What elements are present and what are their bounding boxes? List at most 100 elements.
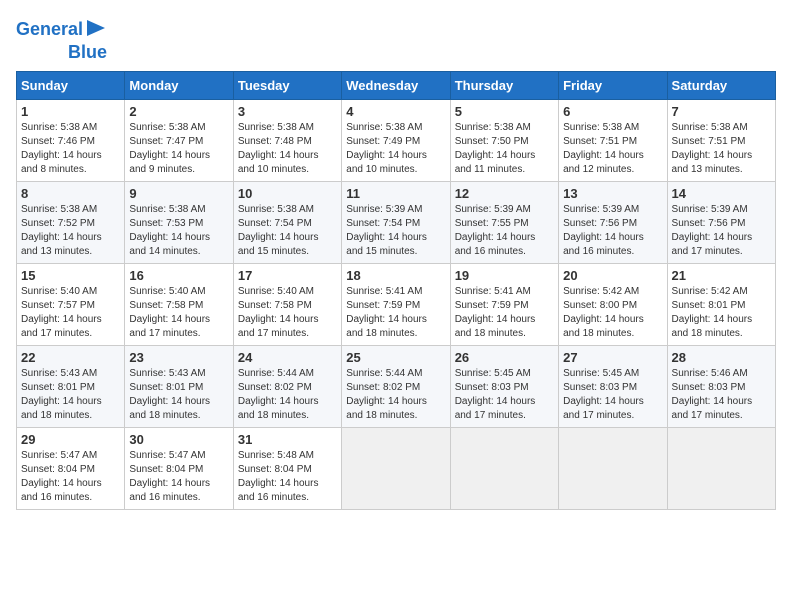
day-number: 13 [563, 186, 662, 201]
logo-arrow-icon [87, 18, 107, 38]
day-info: Sunrise: 5:45 AM Sunset: 8:03 PM Dayligh… [563, 367, 662, 423]
calendar-day-cell: 1 Sunrise: 5:38 AM Sunset: 7:46 PM Dayli… [17, 99, 125, 181]
day-info: Sunrise: 5:48 AM Sunset: 8:04 PM Dayligh… [238, 449, 337, 505]
day-info: Sunrise: 5:38 AM Sunset: 7:48 PM Dayligh… [238, 121, 337, 177]
calendar-day-cell: 26 Sunrise: 5:45 AM Sunset: 8:03 PM Dayl… [450, 345, 558, 427]
day-number: 9 [129, 186, 228, 201]
day-info: Sunrise: 5:38 AM Sunset: 7:46 PM Dayligh… [21, 121, 120, 177]
day-number: 21 [672, 268, 771, 283]
day-number: 11 [346, 186, 445, 201]
day-info: Sunrise: 5:46 AM Sunset: 8:03 PM Dayligh… [672, 367, 771, 423]
day-number: 3 [238, 104, 337, 119]
calendar-day-cell: 8 Sunrise: 5:38 AM Sunset: 7:52 PM Dayli… [17, 181, 125, 263]
day-number: 22 [21, 350, 120, 365]
day-info: Sunrise: 5:45 AM Sunset: 8:03 PM Dayligh… [455, 367, 554, 423]
column-header-thursday: Thursday [450, 71, 558, 99]
day-number: 18 [346, 268, 445, 283]
column-header-sunday: Sunday [17, 71, 125, 99]
day-info: Sunrise: 5:43 AM Sunset: 8:01 PM Dayligh… [21, 367, 120, 423]
calendar-header-row: SundayMondayTuesdayWednesdayThursdayFrid… [17, 71, 776, 99]
day-info: Sunrise: 5:40 AM Sunset: 7:57 PM Dayligh… [21, 285, 120, 341]
day-number: 14 [672, 186, 771, 201]
calendar-day-cell [667, 427, 775, 509]
day-number: 27 [563, 350, 662, 365]
day-number: 8 [21, 186, 120, 201]
calendar-day-cell: 10 Sunrise: 5:38 AM Sunset: 7:54 PM Dayl… [233, 181, 341, 263]
day-info: Sunrise: 5:38 AM Sunset: 7:47 PM Dayligh… [129, 121, 228, 177]
calendar-day-cell: 4 Sunrise: 5:38 AM Sunset: 7:49 PM Dayli… [342, 99, 450, 181]
day-number: 2 [129, 104, 228, 119]
calendar-week-row: 15 Sunrise: 5:40 AM Sunset: 7:57 PM Dayl… [17, 263, 776, 345]
day-info: Sunrise: 5:39 AM Sunset: 7:56 PM Dayligh… [563, 203, 662, 259]
calendar-day-cell: 16 Sunrise: 5:40 AM Sunset: 7:58 PM Dayl… [125, 263, 233, 345]
calendar-day-cell: 20 Sunrise: 5:42 AM Sunset: 8:00 PM Dayl… [559, 263, 667, 345]
day-info: Sunrise: 5:41 AM Sunset: 7:59 PM Dayligh… [455, 285, 554, 341]
day-info: Sunrise: 5:43 AM Sunset: 8:01 PM Dayligh… [129, 367, 228, 423]
day-number: 30 [129, 432, 228, 447]
calendar-day-cell: 22 Sunrise: 5:43 AM Sunset: 8:01 PM Dayl… [17, 345, 125, 427]
calendar-day-cell: 30 Sunrise: 5:47 AM Sunset: 8:04 PM Dayl… [125, 427, 233, 509]
day-number: 24 [238, 350, 337, 365]
calendar-day-cell: 12 Sunrise: 5:39 AM Sunset: 7:55 PM Dayl… [450, 181, 558, 263]
column-header-tuesday: Tuesday [233, 71, 341, 99]
day-number: 12 [455, 186, 554, 201]
day-number: 5 [455, 104, 554, 119]
day-number: 29 [21, 432, 120, 447]
calendar-week-row: 8 Sunrise: 5:38 AM Sunset: 7:52 PM Dayli… [17, 181, 776, 263]
day-number: 15 [21, 268, 120, 283]
calendar-day-cell: 11 Sunrise: 5:39 AM Sunset: 7:54 PM Dayl… [342, 181, 450, 263]
day-number: 20 [563, 268, 662, 283]
column-header-wednesday: Wednesday [342, 71, 450, 99]
day-info: Sunrise: 5:44 AM Sunset: 8:02 PM Dayligh… [238, 367, 337, 423]
calendar-day-cell: 13 Sunrise: 5:39 AM Sunset: 7:56 PM Dayl… [559, 181, 667, 263]
day-info: Sunrise: 5:47 AM Sunset: 8:04 PM Dayligh… [129, 449, 228, 505]
calendar-day-cell [559, 427, 667, 509]
day-number: 26 [455, 350, 554, 365]
day-info: Sunrise: 5:39 AM Sunset: 7:55 PM Dayligh… [455, 203, 554, 259]
day-info: Sunrise: 5:47 AM Sunset: 8:04 PM Dayligh… [21, 449, 120, 505]
day-number: 17 [238, 268, 337, 283]
day-number: 28 [672, 350, 771, 365]
day-info: Sunrise: 5:42 AM Sunset: 8:01 PM Dayligh… [672, 285, 771, 341]
calendar-day-cell: 5 Sunrise: 5:38 AM Sunset: 7:50 PM Dayli… [450, 99, 558, 181]
day-info: Sunrise: 5:41 AM Sunset: 7:59 PM Dayligh… [346, 285, 445, 341]
day-info: Sunrise: 5:38 AM Sunset: 7:53 PM Dayligh… [129, 203, 228, 259]
day-info: Sunrise: 5:38 AM Sunset: 7:54 PM Dayligh… [238, 203, 337, 259]
day-info: Sunrise: 5:38 AM Sunset: 7:51 PM Dayligh… [563, 121, 662, 177]
column-header-saturday: Saturday [667, 71, 775, 99]
day-number: 4 [346, 104, 445, 119]
day-number: 7 [672, 104, 771, 119]
calendar-week-row: 29 Sunrise: 5:47 AM Sunset: 8:04 PM Dayl… [17, 427, 776, 509]
day-info: Sunrise: 5:38 AM Sunset: 7:52 PM Dayligh… [21, 203, 120, 259]
calendar-day-cell [450, 427, 558, 509]
calendar-day-cell: 18 Sunrise: 5:41 AM Sunset: 7:59 PM Dayl… [342, 263, 450, 345]
day-number: 25 [346, 350, 445, 365]
calendar-table: SundayMondayTuesdayWednesdayThursdayFrid… [16, 71, 776, 510]
page-header: General Blue [16, 16, 776, 63]
day-info: Sunrise: 5:40 AM Sunset: 7:58 PM Dayligh… [238, 285, 337, 341]
calendar-day-cell: 23 Sunrise: 5:43 AM Sunset: 8:01 PM Dayl… [125, 345, 233, 427]
day-number: 31 [238, 432, 337, 447]
day-number: 1 [21, 104, 120, 119]
calendar-day-cell: 7 Sunrise: 5:38 AM Sunset: 7:51 PM Dayli… [667, 99, 775, 181]
calendar-day-cell: 3 Sunrise: 5:38 AM Sunset: 7:48 PM Dayli… [233, 99, 341, 181]
calendar-day-cell: 31 Sunrise: 5:48 AM Sunset: 8:04 PM Dayl… [233, 427, 341, 509]
day-info: Sunrise: 5:42 AM Sunset: 8:00 PM Dayligh… [563, 285, 662, 341]
calendar-day-cell: 25 Sunrise: 5:44 AM Sunset: 8:02 PM Dayl… [342, 345, 450, 427]
day-number: 6 [563, 104, 662, 119]
day-info: Sunrise: 5:38 AM Sunset: 7:51 PM Dayligh… [672, 121, 771, 177]
calendar-day-cell: 9 Sunrise: 5:38 AM Sunset: 7:53 PM Dayli… [125, 181, 233, 263]
calendar-day-cell: 28 Sunrise: 5:46 AM Sunset: 8:03 PM Dayl… [667, 345, 775, 427]
day-info: Sunrise: 5:39 AM Sunset: 7:54 PM Dayligh… [346, 203, 445, 259]
calendar-day-cell: 6 Sunrise: 5:38 AM Sunset: 7:51 PM Dayli… [559, 99, 667, 181]
calendar-week-row: 1 Sunrise: 5:38 AM Sunset: 7:46 PM Dayli… [17, 99, 776, 181]
logo: General Blue [16, 16, 107, 63]
day-info: Sunrise: 5:40 AM Sunset: 7:58 PM Dayligh… [129, 285, 228, 341]
column-header-monday: Monday [125, 71, 233, 99]
calendar-day-cell: 2 Sunrise: 5:38 AM Sunset: 7:47 PM Dayli… [125, 99, 233, 181]
calendar-week-row: 22 Sunrise: 5:43 AM Sunset: 8:01 PM Dayl… [17, 345, 776, 427]
day-info: Sunrise: 5:38 AM Sunset: 7:49 PM Dayligh… [346, 121, 445, 177]
logo-text: General [16, 20, 83, 40]
calendar-day-cell: 14 Sunrise: 5:39 AM Sunset: 7:56 PM Dayl… [667, 181, 775, 263]
calendar-day-cell [342, 427, 450, 509]
